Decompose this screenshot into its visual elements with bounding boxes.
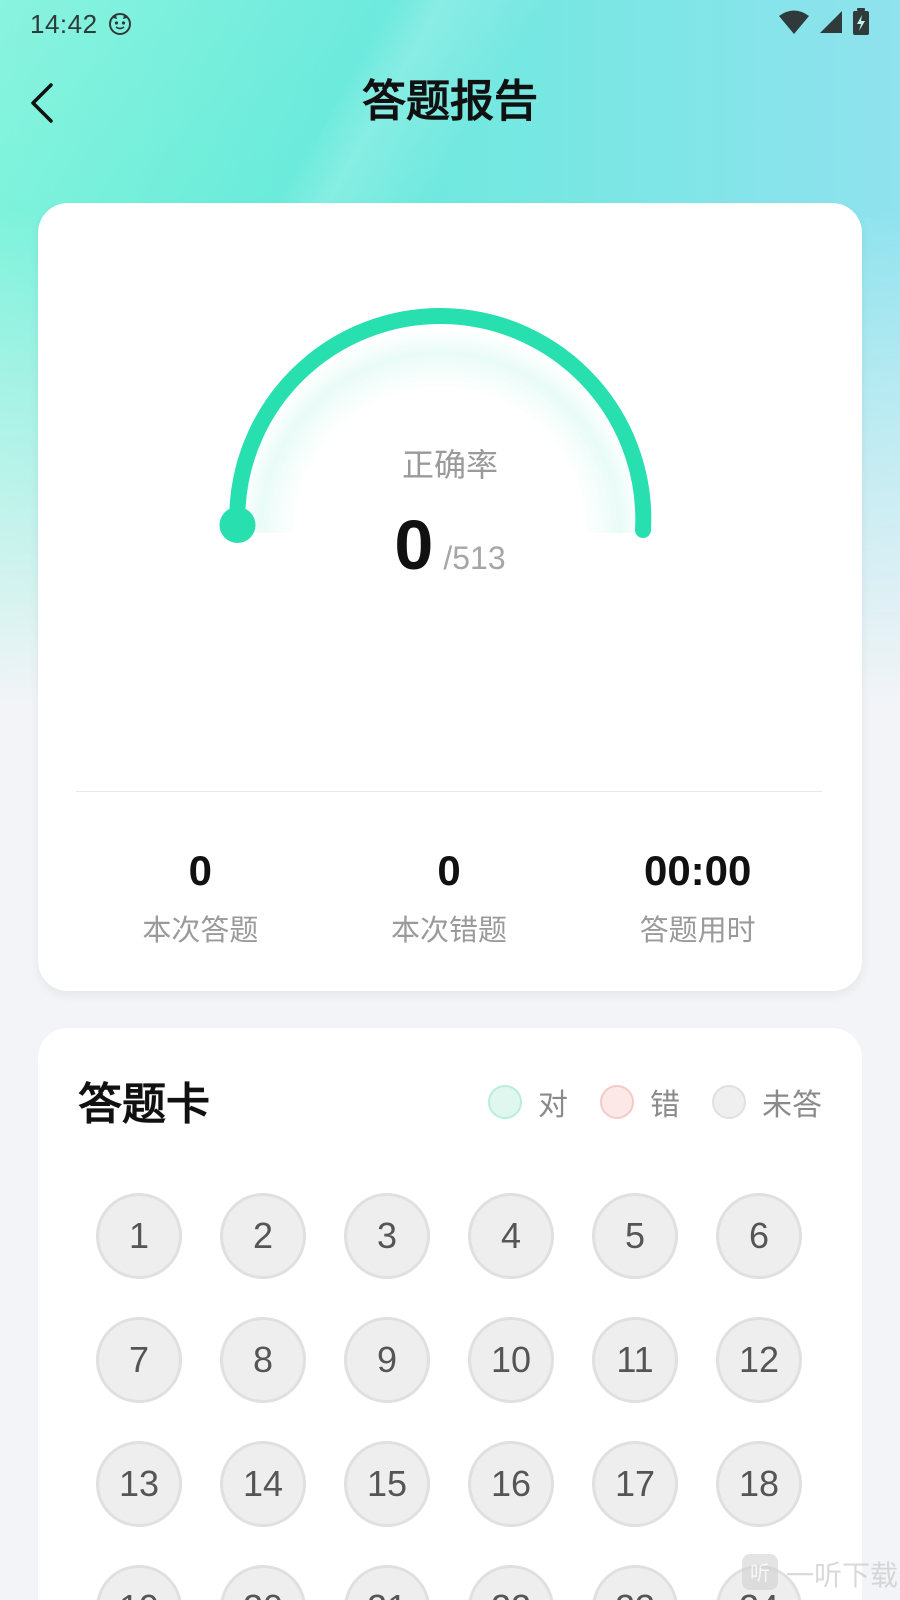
legend-wrong: 错 [600, 1080, 680, 1124]
wifi-icon [778, 9, 810, 39]
legend-correct-label: 对 [538, 1088, 568, 1123]
cellular-signal-icon [818, 9, 844, 39]
question-item[interactable]: 13 [96, 1441, 182, 1527]
answer-card: 答题卡 对 错 未答 12345678910111213141516171819… [38, 1028, 862, 1600]
question-item[interactable]: 6 [716, 1193, 802, 1279]
battery-charging-icon [852, 8, 870, 40]
question-item[interactable]: 8 [220, 1317, 306, 1403]
divider [76, 791, 822, 792]
stat-time: 00:00 答题用时 [573, 843, 822, 963]
stat-wrong-label: 本次错题 [391, 913, 508, 947]
legend-unanswered: 未答 [712, 1080, 822, 1124]
question-item[interactable]: 11 [592, 1317, 678, 1403]
stat-answered-label: 本次答题 [142, 913, 259, 947]
accuracy-value: 0 [394, 506, 434, 584]
question-item[interactable]: 16 [468, 1441, 554, 1527]
question-item[interactable]: 3 [344, 1193, 430, 1279]
question-item[interactable]: 15 [344, 1441, 430, 1527]
notification-face-icon [108, 12, 132, 36]
question-item[interactable]: 10 [468, 1317, 554, 1403]
legend-correct-dot [488, 1085, 522, 1119]
header: 答题报告 [0, 60, 900, 144]
question-item[interactable]: 5 [592, 1193, 678, 1279]
question-item[interactable]: 1 [96, 1193, 182, 1279]
stats-row: 0 本次答题 0 本次错题 00:00 答题用时 [76, 843, 822, 963]
status-bar: 14:42 [0, 0, 900, 48]
question-item[interactable]: 9 [344, 1317, 430, 1403]
stat-time-label: 答题用时 [639, 913, 756, 947]
accuracy-readout: 0 /513 [0, 505, 900, 585]
legend-wrong-dot [600, 1085, 634, 1119]
report-card: 0 本次答题 0 本次错题 00:00 答题用时 [38, 203, 862, 991]
status-icons [778, 8, 870, 40]
legend-correct: 对 [488, 1080, 568, 1124]
question-item[interactable]: 21 [344, 1565, 430, 1600]
question-item[interactable]: 23 [592, 1565, 678, 1600]
svg-text:听: 听 [750, 1561, 770, 1585]
question-item[interactable]: 4 [468, 1193, 554, 1279]
answer-card-title: 答题卡 [78, 1079, 210, 1130]
question-item[interactable]: 7 [96, 1317, 182, 1403]
page-title: 答题报告 [362, 76, 538, 127]
legend: 对 错 未答 [456, 1080, 822, 1124]
question-item[interactable]: 19 [96, 1565, 182, 1600]
status-time: 14:42 [30, 8, 98, 39]
question-item[interactable]: 14 [220, 1441, 306, 1527]
stat-wrong-value: 0 [437, 847, 461, 894]
question-item[interactable]: 17 [592, 1441, 678, 1527]
watermark-logo-icon: 听 [740, 1552, 780, 1596]
question-item[interactable]: 22 [468, 1565, 554, 1600]
accuracy-gauge [198, 307, 698, 783]
question-item[interactable]: 20 [220, 1565, 306, 1600]
stat-answered-value: 0 [188, 847, 213, 894]
legend-unanswered-label: 未答 [762, 1088, 822, 1123]
question-item[interactable]: 12 [716, 1317, 802, 1403]
watermark: 听 一听下载 [740, 1552, 898, 1596]
stat-wrong: 0 本次错题 [325, 843, 574, 963]
question-grid: 123456789101112131415161718192021222324 [96, 1193, 802, 1600]
question-total: /513 [443, 540, 506, 576]
legend-wrong-label: 错 [650, 1088, 680, 1123]
question-item[interactable]: 18 [716, 1441, 802, 1527]
accuracy-label: 正确率 [401, 446, 498, 484]
stat-answered: 0 本次答题 [76, 843, 325, 963]
question-item[interactable]: 2 [220, 1193, 306, 1279]
stat-time-value: 00:00 [643, 847, 752, 894]
watermark-text: 一听下载 [785, 1559, 898, 1592]
legend-unanswered-dot [712, 1085, 746, 1119]
